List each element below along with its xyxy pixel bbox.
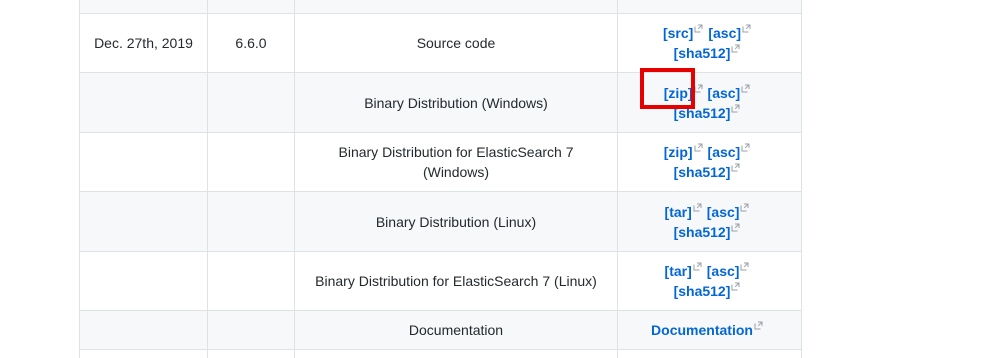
version-cell [207,251,295,311]
download-links: [src] [asc] [sha512] [663,23,756,63]
version-cell [207,132,295,192]
external-link-icon [731,282,740,291]
table-row: Binary Distribution for ElasticSearch 7 … [79,251,802,311]
external-link-icon [694,24,703,33]
description-cell [294,349,618,358]
date-cell [79,72,208,133]
download-links: Documentation [651,320,768,340]
tar-link[interactable]: [tar] [665,263,692,279]
version-cell [207,72,295,133]
description-cell: Source code [294,13,618,73]
external-link-icon [693,203,702,212]
external-link-icon [694,143,703,152]
date-cell [79,0,208,14]
external-link-icon [740,203,749,212]
external-link-icon [754,321,763,330]
sha512-link[interactable]: [sha512] [674,105,731,121]
description-cell: Documentation [294,310,618,350]
table-row: Binary Distribution (Linux) [tar] [asc] [… [79,191,802,252]
downloads-cell: [zip] [asc] [sha512] [617,72,802,133]
table-row: Documentation Documentation [79,310,802,350]
external-link-icon [731,44,740,53]
table-row [79,0,802,14]
zip-link[interactable]: [zip] [664,85,693,101]
table-row [79,349,802,358]
download-links: [zip] [asc] [sha512] [664,142,755,182]
table-row: Binary Distribution (Windows) [zip] [asc]… [79,72,802,133]
downloads-cell [617,0,802,14]
src-link[interactable]: [src] [663,25,693,41]
documentation-link[interactable]: Documentation [651,322,753,338]
description-cell: Binary Distribution for ElasticSearch 7 … [294,251,618,311]
asc-link[interactable]: [asc] [707,204,740,220]
date-cell: Dec. 27th, 2019 [79,13,208,73]
downloads-cell [617,349,802,358]
version-cell [207,191,295,252]
sha512-link[interactable]: [sha512] [674,164,731,180]
table-row: Binary Distribution for ElasticSearch 7 … [79,132,802,192]
asc-link[interactable]: [asc] [708,144,741,160]
external-link-icon [693,262,702,271]
date-cell [79,132,208,192]
downloads-page: Dec. 27th, 2019 6.6.0 Source code [src][… [0,0,1000,358]
description-cell: Binary Distribution (Windows) [294,72,618,133]
external-link-icon [741,143,750,152]
external-link-icon [731,163,740,172]
table-row: Dec. 27th, 2019 6.6.0 Source code [src][… [79,13,802,73]
zip-link[interactable]: [zip] [664,144,693,160]
asc-link[interactable]: [asc] [707,263,740,279]
downloads-cell: [zip] [asc] [sha512] [617,132,802,192]
download-links: [zip] [asc] [sha512] [664,83,755,123]
sha512-link[interactable]: [sha512] [674,283,731,299]
downloads-table: Dec. 27th, 2019 6.6.0 Source code [src][… [79,0,802,358]
asc-link[interactable]: [asc] [708,85,741,101]
description-cell: Binary Distribution for ElasticSearch 7 … [294,132,618,192]
sha512-link[interactable]: [sha512] [674,45,731,61]
description-cell [294,0,618,14]
downloads-cell: [tar] [asc] [sha512] [617,191,802,252]
external-link-icon [731,104,740,113]
external-link-icon [731,223,740,232]
external-link-icon [740,262,749,271]
tar-link[interactable]: [tar] [665,204,692,220]
external-link-icon [741,84,750,93]
version-cell [207,349,295,358]
sha512-link[interactable]: [sha512] [674,224,731,240]
downloads-cell: [src] [asc] [sha512] [617,13,802,73]
asc-link[interactable]: [asc] [708,25,741,41]
downloads-cell: Documentation [617,310,802,350]
date-cell [79,251,208,311]
download-links: [tar] [asc] [sha512] [665,202,755,242]
external-link-icon [742,24,751,33]
date-cell [79,349,208,358]
downloads-cell: [tar] [asc] [sha512] [617,251,802,311]
version-cell [207,0,295,14]
download-links: [tar] [asc] [sha512] [665,261,755,301]
description-cell: Binary Distribution (Linux) [294,191,618,252]
date-cell [79,191,208,252]
external-link-icon [694,84,703,93]
date-cell [79,310,208,350]
version-cell [207,310,295,350]
version-cell: 6.6.0 [207,13,295,73]
